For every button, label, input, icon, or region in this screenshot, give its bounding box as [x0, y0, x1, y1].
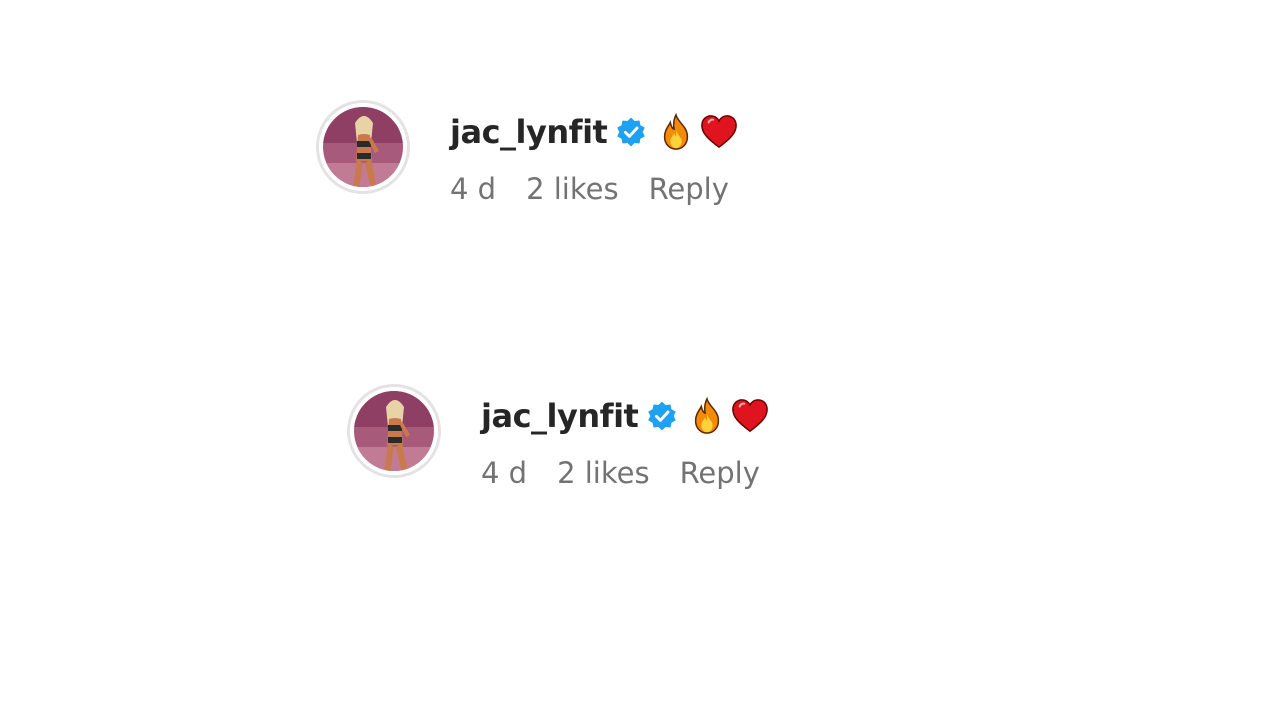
username-link[interactable]: jac_lynfit: [481, 397, 639, 435]
avatar-image: [319, 103, 407, 191]
verified-badge-icon: [615, 116, 647, 148]
comment-text: [688, 396, 774, 435]
comment-text: [657, 112, 743, 151]
reply-button[interactable]: Reply: [649, 172, 729, 206]
likes-count[interactable]: 2 likes: [557, 456, 650, 490]
verified-badge-icon: [646, 400, 678, 432]
username-link[interactable]: jac_lynfit: [450, 113, 608, 151]
comment-body: jac_lynfit 4 d 2 likes Reply: [481, 394, 774, 490]
comment-meta: 4 d 2 likes Reply: [450, 172, 743, 206]
likes-count[interactable]: 2 likes: [526, 172, 619, 206]
avatar[interactable]: [316, 100, 410, 194]
heart-icon: [731, 397, 769, 435]
avatar[interactable]: [347, 384, 441, 478]
comment-header: jac_lynfit: [450, 110, 743, 154]
reply-button[interactable]: Reply: [680, 456, 760, 490]
avatar-image: [350, 387, 438, 475]
comment-body: jac_lynfit 4 d 2 likes Reply: [450, 110, 743, 206]
timestamp: 4 d: [481, 456, 528, 490]
heart-icon: [700, 113, 738, 151]
comment-header: jac_lynfit: [481, 394, 774, 438]
comment-meta: 4 d 2 likes Reply: [481, 456, 774, 490]
timestamp: 4 d: [450, 172, 497, 206]
fire-icon: [657, 112, 695, 151]
fire-icon: [688, 396, 726, 435]
